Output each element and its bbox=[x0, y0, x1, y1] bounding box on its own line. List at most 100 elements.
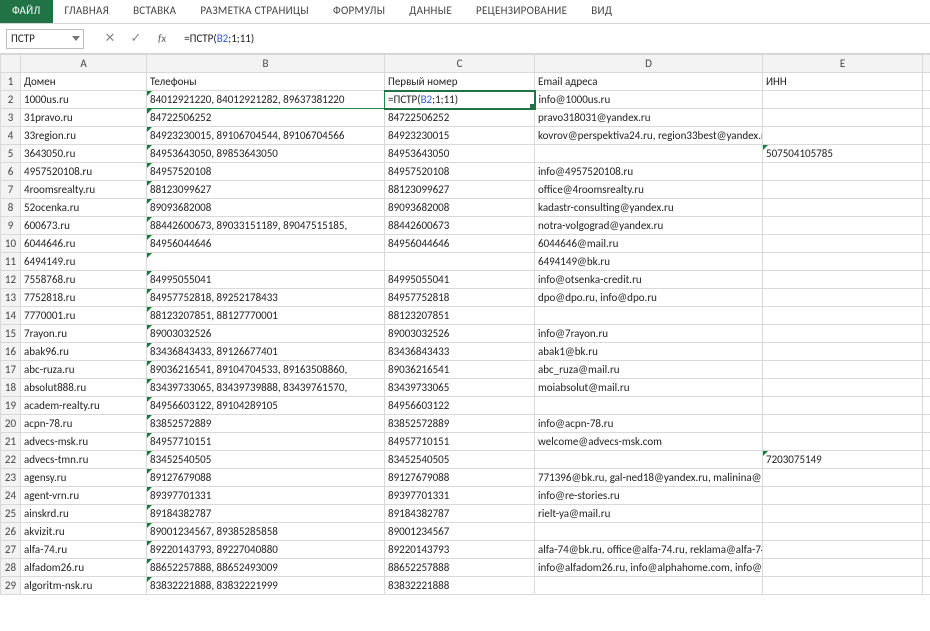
cell[interactable] bbox=[763, 289, 923, 307]
row-header[interactable]: 10 bbox=[1, 235, 21, 253]
cell-active[interactable]: 84995055041 bbox=[385, 271, 535, 289]
cell-active[interactable]: =ПСТР(B2;1;11) bbox=[385, 91, 535, 109]
row-header[interactable]: 21 bbox=[1, 433, 21, 451]
cell-active[interactable]: 83832221888 bbox=[385, 577, 535, 595]
cell[interactable]: 88652257888, 88652493009 bbox=[147, 559, 385, 577]
row-header[interactable]: 11 bbox=[1, 253, 21, 271]
cell-active[interactable]: 89127679088 bbox=[385, 469, 535, 487]
cell[interactable]: abc_ruza@mail.ru bbox=[535, 361, 763, 379]
cell[interactable] bbox=[535, 451, 763, 469]
cell[interactable]: 7558768.ru bbox=[21, 271, 147, 289]
chevron-down-icon[interactable] bbox=[72, 36, 80, 41]
cell[interactable]: 33region.ru bbox=[21, 127, 147, 145]
cell[interactable] bbox=[763, 469, 923, 487]
row-header[interactable]: 4 bbox=[1, 127, 21, 145]
cell[interactable]: 1000us.ru bbox=[21, 91, 147, 109]
cell[interactable]: 771396@bk.ru, gal-ned18@yandex.ru, malin… bbox=[535, 469, 763, 487]
cell[interactable]: 83852572889 bbox=[147, 415, 385, 433]
cell[interactable] bbox=[763, 271, 923, 289]
cell[interactable] bbox=[923, 433, 930, 451]
cell[interactable]: 4957520108.ru bbox=[21, 163, 147, 181]
cell[interactable]: 88123207851, 88127770001 bbox=[147, 307, 385, 325]
cell[interactable] bbox=[923, 523, 930, 541]
cell-active[interactable]: 84956603122 bbox=[385, 397, 535, 415]
row-header[interactable]: 12 bbox=[1, 271, 21, 289]
cell[interactable]: 7rayon.ru bbox=[21, 325, 147, 343]
cell[interactable]: 31pravo.ru bbox=[21, 109, 147, 127]
cell[interactable]: 84012921220, 84012921282, 89637381220 bbox=[147, 91, 385, 109]
cell-active[interactable]: 89220143793 bbox=[385, 541, 535, 559]
cell[interactable]: 89397701331 bbox=[147, 487, 385, 505]
cell[interactable]: 89001234567, 89385285858 bbox=[147, 523, 385, 541]
cell-active[interactable]: 83436843433 bbox=[385, 343, 535, 361]
row-header[interactable]: 17 bbox=[1, 361, 21, 379]
cell-active[interactable]: 89001234567 bbox=[385, 523, 535, 541]
cell[interactable]: ainskrd.ru bbox=[21, 505, 147, 523]
row-header[interactable]: 20 bbox=[1, 415, 21, 433]
cell[interactable] bbox=[923, 559, 930, 577]
cell[interactable]: 89093682008 bbox=[147, 199, 385, 217]
cell[interactable] bbox=[923, 397, 930, 415]
row-header[interactable]: 13 bbox=[1, 289, 21, 307]
cell[interactable]: alfa-74@bk.ru, office@alfa-74.ru, reklam… bbox=[535, 541, 763, 559]
cell[interactable] bbox=[535, 307, 763, 325]
tab-review[interactable]: РЕЦЕНЗИРОВАНИЕ bbox=[464, 0, 579, 23]
cell[interactable]: 83439733065, 83439739888, 83439761570, bbox=[147, 379, 385, 397]
cell[interactable] bbox=[923, 253, 930, 271]
cell[interactable]: alfadom26.ru bbox=[21, 559, 147, 577]
cell[interactable] bbox=[923, 235, 930, 253]
cell[interactable] bbox=[763, 91, 923, 109]
cell[interactable]: 7752818.ru bbox=[21, 289, 147, 307]
cell[interactable] bbox=[923, 379, 930, 397]
cell[interactable]: info@acpn-78.ru bbox=[535, 415, 763, 433]
cell[interactable]: akvizit.ru bbox=[21, 523, 147, 541]
cell[interactable]: 89127679088 bbox=[147, 469, 385, 487]
cell[interactable]: 83832221888, 83832221999 bbox=[147, 577, 385, 595]
cell[interactable]: 4roomsrealty.ru bbox=[21, 181, 147, 199]
cell[interactable]: dpo@dpo.ru, info@dpo.ru bbox=[535, 289, 763, 307]
cell[interactable] bbox=[763, 505, 923, 523]
cell[interactable]: 83452540505 bbox=[147, 451, 385, 469]
cell[interactable] bbox=[923, 451, 930, 469]
cell[interactable]: 84923230015, 89106704544, 89106704566 bbox=[147, 127, 385, 145]
cell-active[interactable]: 84953643050 bbox=[385, 145, 535, 163]
name-box[interactable]: ПСТР bbox=[6, 29, 84, 49]
cell[interactable]: 52ocenka.ru bbox=[21, 199, 147, 217]
cell[interactable]: advecs-tmn.ru bbox=[21, 451, 147, 469]
cell[interactable]: 84957520108 bbox=[147, 163, 385, 181]
cell[interactable] bbox=[763, 577, 923, 595]
cell-active[interactable]: 88652257888 bbox=[385, 559, 535, 577]
cell[interactable] bbox=[763, 559, 923, 577]
cell[interactable] bbox=[763, 361, 923, 379]
cell[interactable] bbox=[763, 541, 923, 559]
tab-file[interactable]: ФАЙЛ bbox=[0, 0, 53, 23]
cell-active[interactable]: 88123099627 bbox=[385, 181, 535, 199]
cell[interactable] bbox=[923, 163, 930, 181]
row-header[interactable]: 1 bbox=[1, 73, 21, 91]
row-header[interactable]: 8 bbox=[1, 199, 21, 217]
cell[interactable] bbox=[535, 523, 763, 541]
col-E[interactable]: E bbox=[763, 55, 923, 73]
cell[interactable]: Email адреса bbox=[535, 73, 763, 91]
cell[interactable]: ИНН bbox=[763, 73, 923, 91]
row-header[interactable]: 14 bbox=[1, 307, 21, 325]
cell[interactable]: 84722506252 bbox=[147, 109, 385, 127]
cell[interactable]: 89184382787 bbox=[147, 505, 385, 523]
cell[interactable] bbox=[763, 217, 923, 235]
cell-active[interactable]: 89397701331 bbox=[385, 487, 535, 505]
cell[interactable]: 6494149@bk.ru bbox=[535, 253, 763, 271]
row-header[interactable]: 24 bbox=[1, 487, 21, 505]
cell[interactable] bbox=[923, 577, 930, 595]
cell[interactable]: Домен bbox=[21, 73, 147, 91]
formula-input[interactable]: =ПСТР(B2;1;11) bbox=[184, 32, 254, 45]
cell[interactable] bbox=[763, 415, 923, 433]
cell[interactable]: 89220143793, 89227040880 bbox=[147, 541, 385, 559]
cell[interactable]: 84957752818, 89252178433 bbox=[147, 289, 385, 307]
cell[interactable]: 507504105785 bbox=[763, 145, 923, 163]
cell[interactable]: 7203075149 bbox=[763, 451, 923, 469]
cell[interactable] bbox=[763, 127, 923, 145]
cell[interactable] bbox=[535, 397, 763, 415]
row-header[interactable]: 16 bbox=[1, 343, 21, 361]
cell-active[interactable]: 84722506252 bbox=[385, 109, 535, 127]
cell[interactable]: 88442600673, 89033151189, 89047515185, bbox=[147, 217, 385, 235]
